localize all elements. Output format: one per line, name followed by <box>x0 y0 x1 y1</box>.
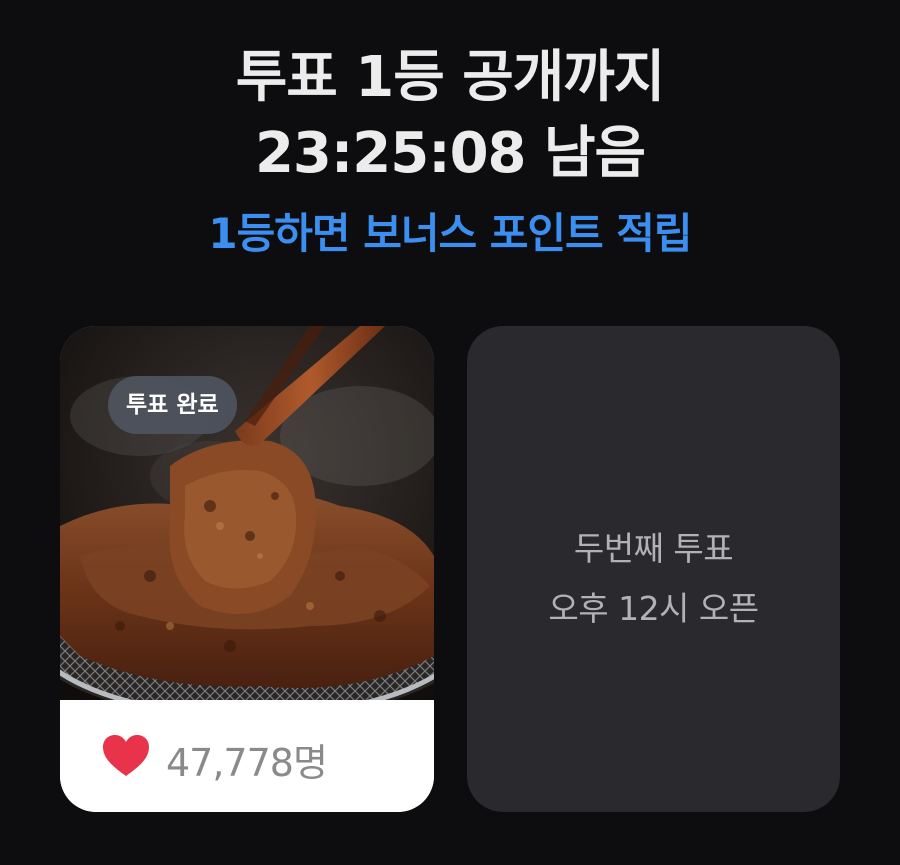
vote-card-second: 두번째 투표 오후 12시 오픈 <box>467 326 840 812</box>
vote-screen: 투표 1등 공개까지 23:25:08 남음 1등하면 보너스 포인트 적립 투… <box>0 0 900 865</box>
vote-card-first[interactable]: 투표 완료 47,778명 <box>60 326 434 812</box>
vote-count: 47,778명 <box>166 741 328 785</box>
vote-complete-badge: 투표 완료 <box>108 376 237 434</box>
second-vote-title: 두번째 투표 <box>573 529 734 568</box>
second-vote-open-time: 오후 12시 오픈 <box>548 589 759 628</box>
bonus-notice: 1등하면 보너스 포인트 적립 <box>208 209 692 258</box>
countdown-timer: 23:25:08 남음 <box>254 121 646 186</box>
heart-icon <box>103 735 149 776</box>
vote-card-footer: 47,778명 <box>60 700 434 812</box>
grilled-meat-photo: 투표 완료 <box>60 326 434 700</box>
countdown-title: 투표 1등 공개까지 <box>235 45 666 110</box>
